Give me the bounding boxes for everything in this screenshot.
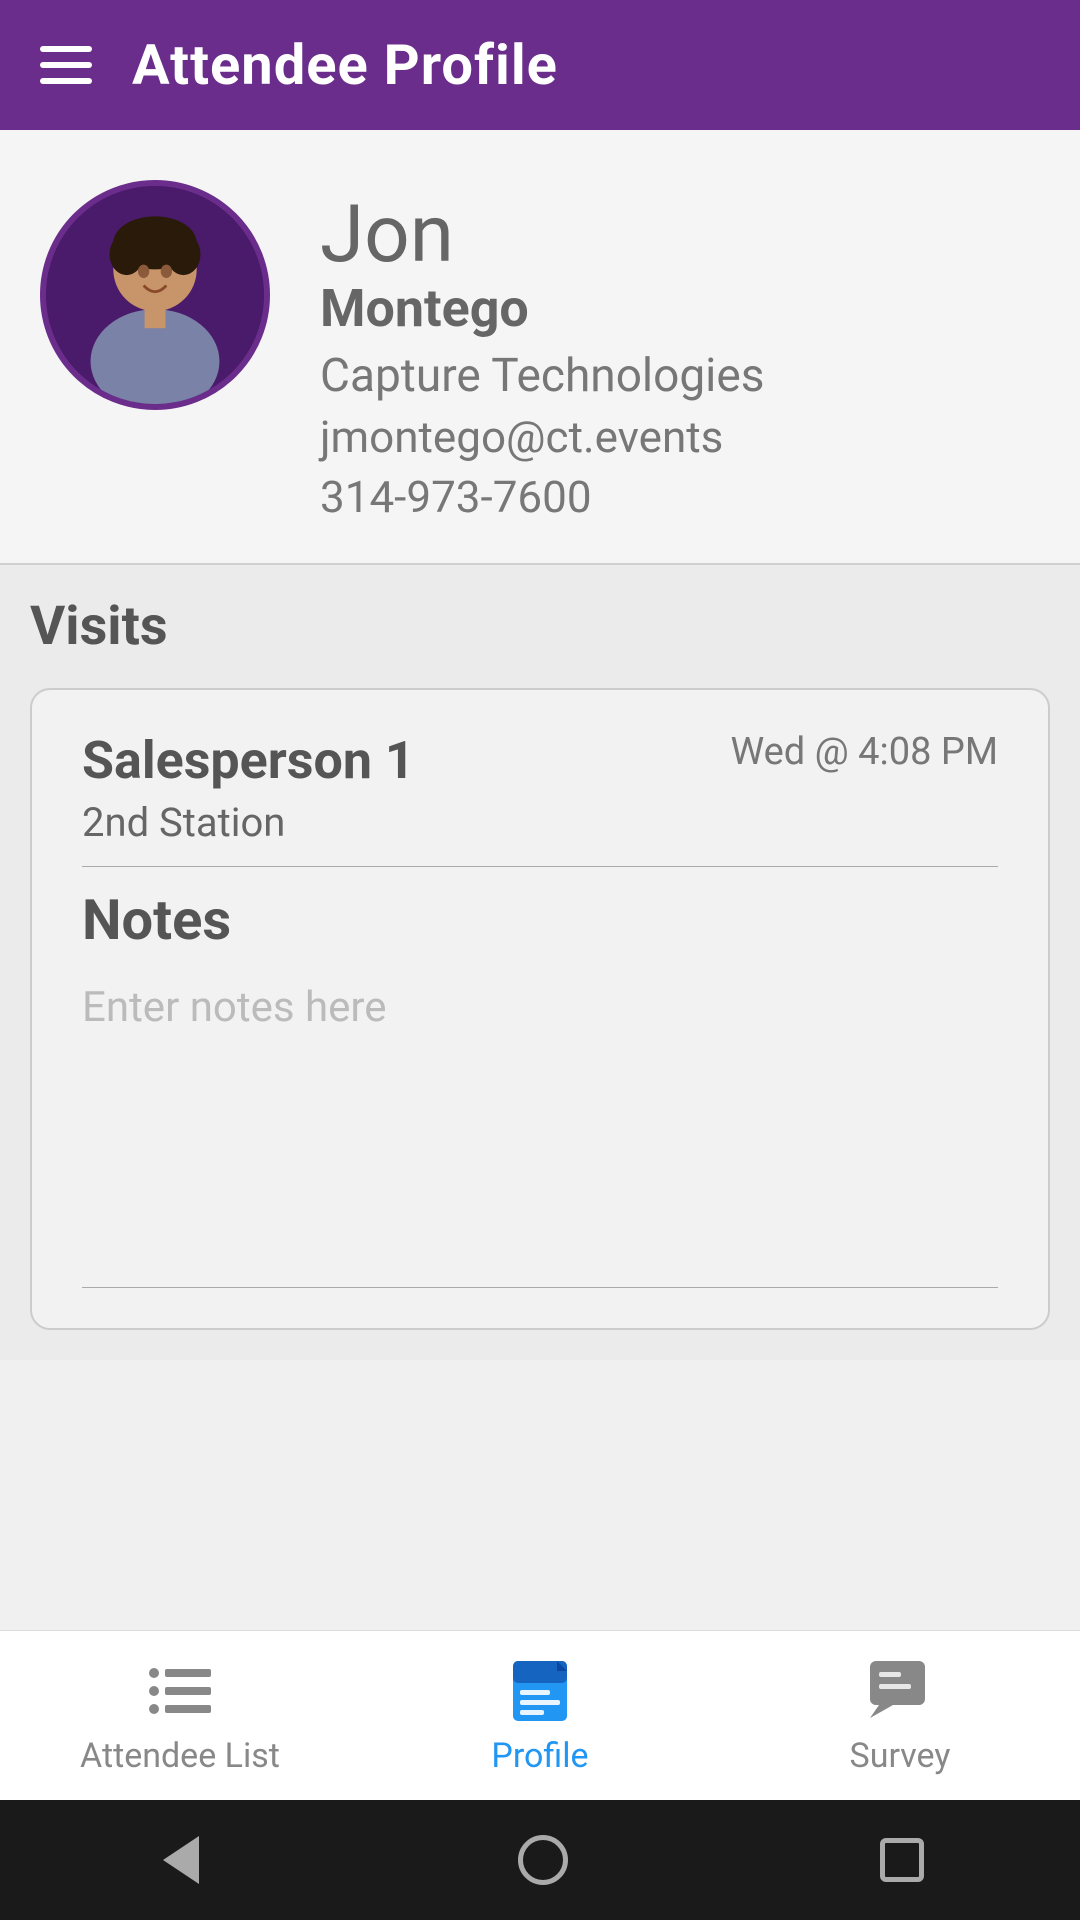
android-recent-button[interactable] [880, 1838, 924, 1882]
nav-label-survey: Survey [850, 1736, 951, 1776]
nav-item-profile[interactable]: Profile [362, 1656, 718, 1776]
menu-button[interactable] [40, 46, 92, 84]
nav-label-profile: Profile [491, 1736, 588, 1776]
visit-card-header: Salesperson 1 Wed @ 4:08 PM [82, 730, 998, 791]
android-back-button[interactable] [156, 1835, 206, 1885]
app-header: Attendee Profile [0, 0, 1080, 130]
notes-input[interactable] [82, 983, 998, 1263]
nav-item-survey[interactable]: Survey [722, 1656, 1078, 1776]
avatar [40, 180, 270, 410]
nav-item-attendee-list[interactable]: Attendee List [2, 1656, 358, 1776]
nav-label-attendee-list: Attendee List [80, 1736, 280, 1776]
profile-phone: 314-973-7600 [320, 471, 1040, 523]
visit-datetime: Wed @ 4:08 PM [730, 730, 998, 774]
bottom-navigation: Attendee List Profile [0, 1630, 1080, 1800]
visit-station: 2nd Station [82, 799, 998, 846]
profile-last-name: Montego [320, 278, 1040, 339]
salesperson-name: Salesperson 1 [82, 730, 415, 791]
notes-title: Notes [82, 887, 998, 953]
page-title: Attendee Profile [132, 32, 558, 98]
profile-nav-icon [505, 1656, 575, 1726]
visits-section: Visits Salesperson 1 Wed @ 4:08 PM 2nd S… [0, 565, 1080, 1360]
attendee-list-icon [145, 1656, 215, 1726]
profile-first-name: Jon [320, 190, 1040, 278]
notes-bottom-line [82, 1287, 998, 1288]
profile-company: Capture Technologies [320, 349, 1040, 403]
visits-section-title: Visits [30, 595, 1050, 658]
survey-icon [865, 1656, 935, 1726]
visit-divider [82, 866, 998, 867]
android-home-button[interactable] [518, 1835, 568, 1885]
profile-section: Jon Montego Capture Technologies jmonteg… [0, 130, 1080, 565]
profile-info: Jon Montego Capture Technologies jmonteg… [320, 180, 1040, 523]
android-nav-bar [0, 1800, 1080, 1920]
visit-card: Salesperson 1 Wed @ 4:08 PM 2nd Station … [30, 688, 1050, 1330]
profile-email: jmontego@ct.events [320, 411, 1040, 463]
